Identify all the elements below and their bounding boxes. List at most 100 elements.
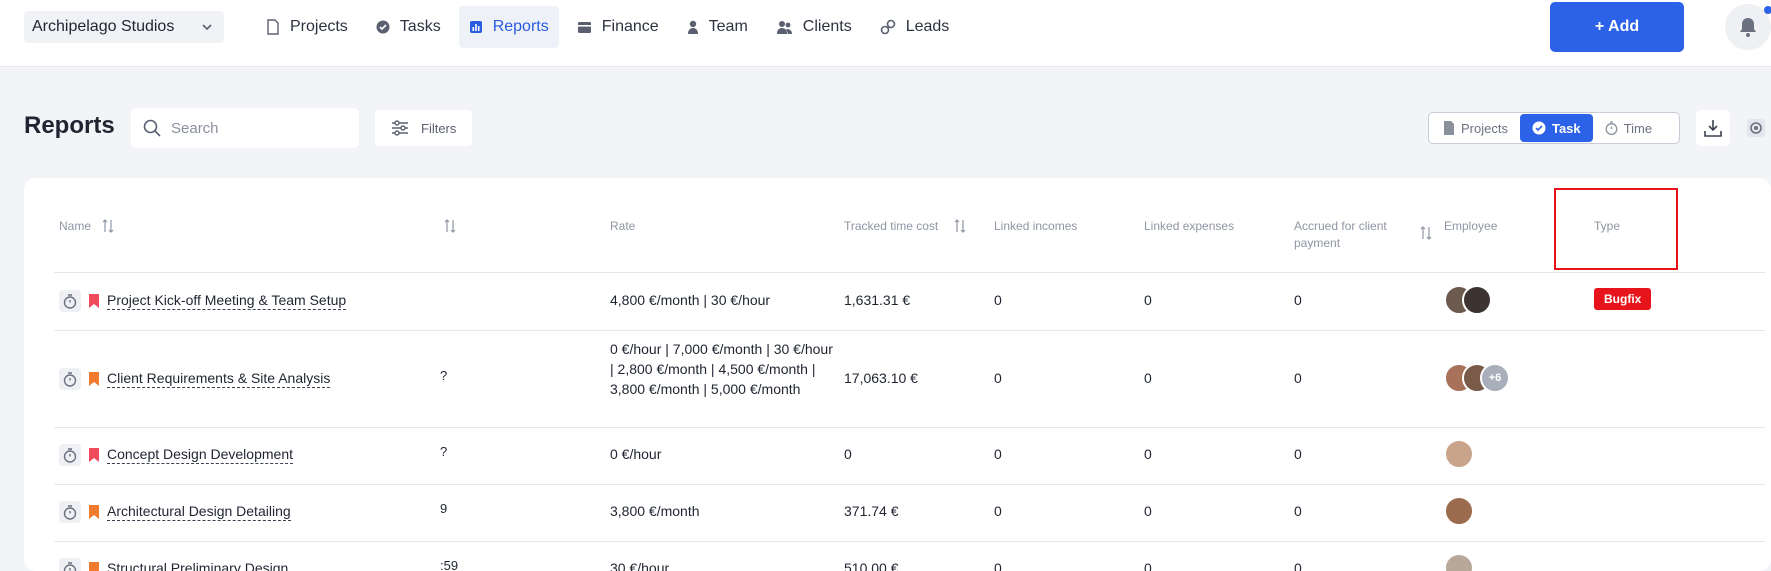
avatar xyxy=(1444,496,1474,526)
accrued-cell: 0 xyxy=(1294,446,1302,462)
filters-button[interactable]: Filters xyxy=(375,110,472,146)
nav-leads[interactable]: Leads xyxy=(870,6,960,48)
expenses-cell: 0 xyxy=(1144,370,1152,386)
employee-avatars[interactable] xyxy=(1444,285,1492,315)
view-time[interactable]: Time xyxy=(1593,114,1664,142)
top-navigation-bar: Archipelago Studios Projects Tasks Repor… xyxy=(0,0,1771,67)
col-header-rate: Rate xyxy=(610,219,636,233)
nav-reports[interactable]: Reports xyxy=(458,6,559,48)
priority-flag-icon xyxy=(89,562,99,571)
more-employees-badge[interactable]: +6 xyxy=(1480,363,1510,393)
expenses-cell: 0 xyxy=(1144,292,1152,308)
view-label: Time xyxy=(1623,120,1653,136)
nav-tasks[interactable]: Tasks xyxy=(366,6,451,48)
view-label: Task xyxy=(1551,120,1581,136)
accrued-cell: 0 xyxy=(1294,292,1302,308)
column-2-cell: 9 xyxy=(440,501,448,516)
chevron-down-icon xyxy=(202,24,212,31)
employee-avatars[interactable]: +6 xyxy=(1444,363,1510,393)
company-name: Archipelago Studios xyxy=(32,18,175,35)
stopwatch-icon xyxy=(1605,121,1618,135)
nav-team[interactable]: Team xyxy=(677,6,758,48)
nav-projects[interactable]: Projects xyxy=(256,6,358,48)
accrued-cell: 0 xyxy=(1294,370,1302,386)
timer-button[interactable] xyxy=(59,444,81,466)
document-icon xyxy=(1444,121,1454,135)
priority-flag-icon xyxy=(89,372,99,386)
gear-icon xyxy=(1747,119,1765,137)
employee-avatars[interactable] xyxy=(1444,439,1474,469)
stopwatch-icon xyxy=(63,447,77,463)
incomes-cell: 0 xyxy=(994,503,1002,519)
incomes-cell: 0 xyxy=(994,292,1002,308)
incomes-cell: 0 xyxy=(994,446,1002,462)
task-name-link[interactable]: Project Kick-off Meeting & Team Setup xyxy=(107,292,347,310)
nav-finance[interactable]: Finance xyxy=(567,6,669,48)
stopwatch-icon xyxy=(63,504,77,520)
task-name-cell: Structural Preliminary Design xyxy=(59,558,288,571)
search-input[interactable] xyxy=(171,119,351,137)
employee-avatars[interactable] xyxy=(1444,496,1474,526)
settings-button[interactable] xyxy=(1744,114,1768,142)
sort-icon[interactable] xyxy=(1420,226,1432,240)
sort-icon[interactable] xyxy=(954,219,966,233)
sort-icon[interactable] xyxy=(102,219,114,233)
expenses-cell: 0 xyxy=(1144,560,1152,571)
expenses-cell: 0 xyxy=(1144,503,1152,519)
bell-icon xyxy=(1740,18,1756,37)
col-label: Name xyxy=(59,219,92,233)
employee-avatars[interactable] xyxy=(1444,553,1474,571)
task-name-link[interactable]: Architectural Design Detailing xyxy=(107,503,291,521)
divider xyxy=(54,272,1765,273)
nav-label: Tasks xyxy=(399,18,441,35)
tracked-cost-cell: 17,063.10 € xyxy=(844,370,918,386)
stopwatch-icon xyxy=(63,371,77,387)
avatar xyxy=(1444,553,1474,571)
search-icon xyxy=(143,119,161,137)
person-icon xyxy=(687,20,698,34)
add-button[interactable]: + Add xyxy=(1550,2,1684,52)
view-projects[interactable]: Projects xyxy=(1431,114,1520,142)
rate-cell: 4,800 €/month | 30 €/hour xyxy=(610,292,771,308)
search-box[interactable] xyxy=(131,108,359,148)
company-selector[interactable]: Archipelago Studios xyxy=(24,11,224,43)
document-icon xyxy=(267,19,279,35)
rate-cell: 0 €/hour xyxy=(610,446,662,462)
view-label: Projects xyxy=(1461,120,1508,136)
nav-clients[interactable]: Clients xyxy=(766,6,862,48)
col-header-linked-incomes: Linked incomes xyxy=(994,219,1078,233)
sliders-icon xyxy=(392,120,408,136)
column-2-cell: ? xyxy=(440,368,448,383)
view-switcher: Projects Task Time xyxy=(1428,112,1680,144)
download-button[interactable] xyxy=(1696,110,1730,146)
col-header-name[interactable]: Name xyxy=(59,218,91,235)
view-task[interactable]: Task xyxy=(1519,114,1593,142)
col-header-tracked-time-cost[interactable]: Tracked time cost xyxy=(844,218,938,235)
bar-chart-icon xyxy=(469,21,482,33)
timer-button[interactable] xyxy=(59,290,81,312)
nav-label: Clients xyxy=(802,18,852,35)
task-name-link[interactable]: Concept Design Development xyxy=(107,446,293,464)
avatar xyxy=(1444,439,1474,469)
filters-label: Filters xyxy=(421,120,457,136)
task-name-link[interactable]: Structural Preliminary Design xyxy=(107,560,288,571)
tracked-cost-cell: 510.00 € xyxy=(844,560,899,571)
task-name-link[interactable]: Client Requirements & Site Analysis xyxy=(107,370,331,388)
nav-label: Projects xyxy=(290,18,348,35)
timer-button[interactable] xyxy=(59,368,81,390)
task-name-cell: Project Kick-off Meeting & Team Setup xyxy=(59,290,347,312)
timer-button[interactable] xyxy=(59,558,81,571)
col-header-accrued[interactable]: Accrued for client payment xyxy=(1294,218,1404,252)
nav-label: Finance xyxy=(601,18,659,35)
incomes-cell: 0 xyxy=(994,560,1002,571)
task-name-cell: Concept Design Development xyxy=(59,444,293,466)
main-nav: Projects Tasks Reports Finance Team Clie… xyxy=(256,6,967,48)
page-title: Reports xyxy=(24,112,115,139)
divider xyxy=(54,330,1765,331)
timer-button[interactable] xyxy=(59,501,81,523)
rate-cell: 0 €/hour | 7,000 €/month | 30 €/hour | 2… xyxy=(610,341,833,397)
sort-icon[interactable] xyxy=(444,219,456,233)
nav-label: Reports xyxy=(492,18,549,35)
priority-flag-icon xyxy=(89,505,99,519)
accrued-cell: 0 xyxy=(1294,560,1302,571)
